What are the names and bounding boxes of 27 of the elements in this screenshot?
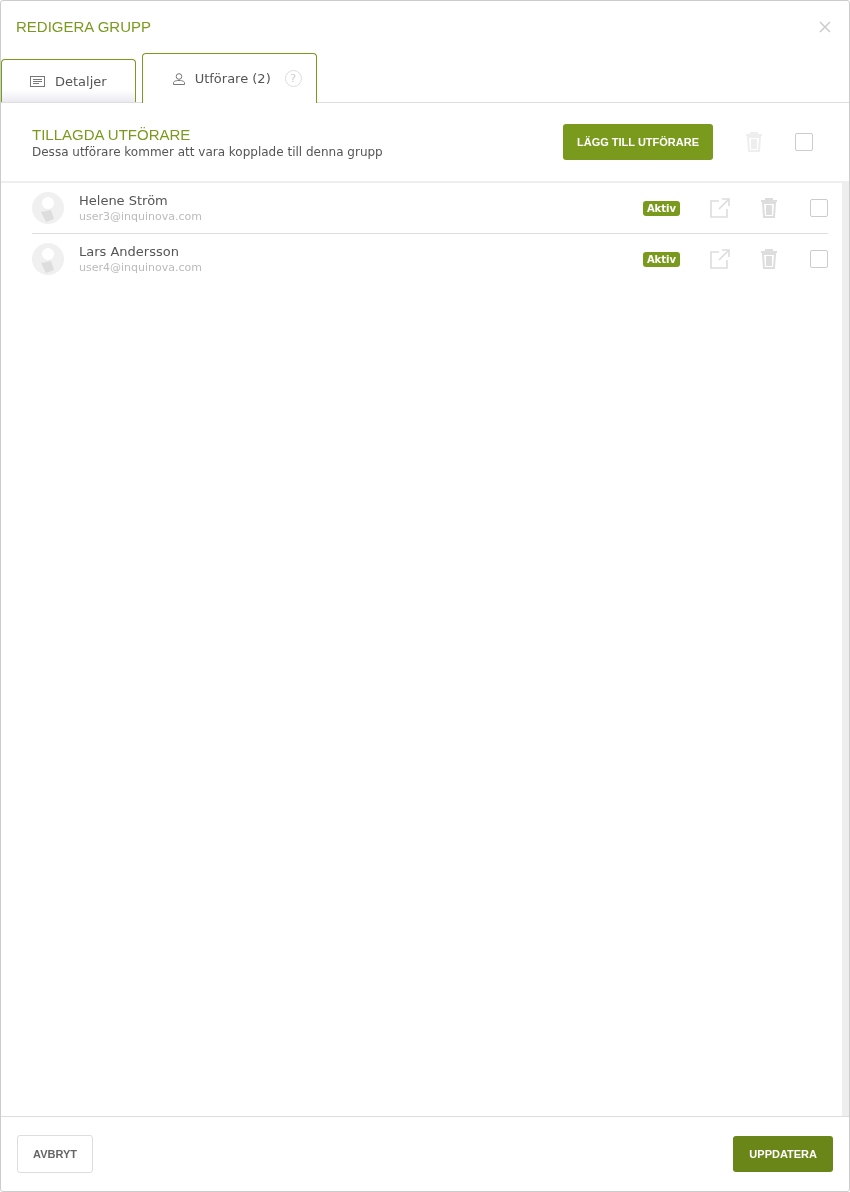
cancel-button[interactable]: AVBRYT <box>17 1135 93 1173</box>
list-icon <box>30 75 45 87</box>
avatar-icon <box>32 192 64 224</box>
performer-name: Helene Ström <box>79 193 169 208</box>
select-all-checkbox[interactable] <box>795 133 813 151</box>
performer-email: user4@inquinova.com <box>79 261 203 274</box>
row-checkbox[interactable] <box>810 199 828 217</box>
status-badge: Aktiv <box>642 200 680 216</box>
section-title: TILLAGDA UTFÖRARE <box>32 125 192 143</box>
performer-email: user3@inquinova.com <box>79 210 203 223</box>
section-subtitle: Dessa utförare kommer att vara kopplade till denna grupp <box>32 144 384 159</box>
external-link-icon[interactable] <box>710 198 730 218</box>
trash-icon[interactable] <box>760 198 778 218</box>
status-badge: Aktiv <box>642 251 680 267</box>
update-button[interactable]: UPPDATERA <box>733 1136 833 1172</box>
add-performer-button[interactable]: LÄGG TILL UTFÖRARE <box>563 124 713 160</box>
tab[interactable]: Utförare (2) ? <box>141 53 317 103</box>
close-icon[interactable] <box>819 20 831 33</box>
external-link-icon[interactable] <box>710 249 730 269</box>
dialog-title: REDIGERA GRUPP <box>16 18 152 35</box>
trash-icon[interactable] <box>760 249 778 269</box>
avatar-icon <box>32 243 64 275</box>
person-icon <box>172 72 185 85</box>
performer-name: Lars Andersson <box>79 244 180 259</box>
tab[interactable]: Detaljer <box>1 59 136 102</box>
row-checkbox[interactable] <box>810 250 828 268</box>
scrollbar[interactable] <box>842 183 849 1116</box>
